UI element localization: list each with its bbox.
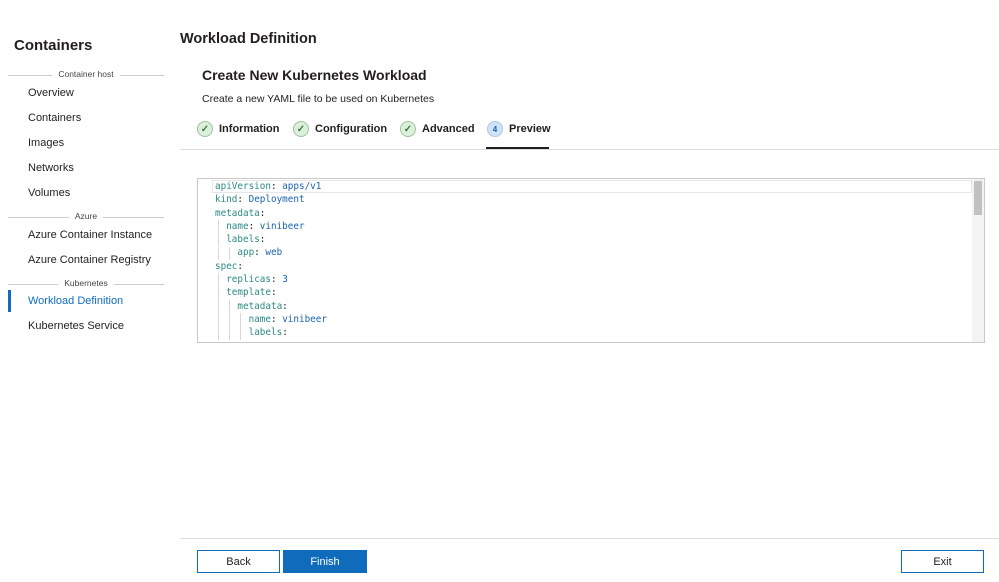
yaml-key: kind (215, 194, 238, 206)
sidebar-item-workload-definition[interactable]: Workload Definition (8, 290, 164, 312)
code-line: labels: (248, 327, 288, 339)
code-line: replicas: 3 (226, 274, 288, 286)
code-line: kind: Deployment (215, 194, 305, 206)
indent-guide (218, 299, 219, 313)
indent-guide (218, 326, 219, 340)
yaml-value: 3 (282, 274, 288, 286)
indent-guide (218, 233, 219, 247)
step-label: Configuration (315, 123, 388, 135)
sidebar-item-volumes[interactable]: Volumes (8, 182, 164, 204)
yaml-key: labels (248, 327, 283, 339)
sidebar-item-images[interactable]: Images (8, 132, 164, 154)
yaml-key: metadata (237, 300, 283, 312)
wizard-subtitle: Create a new YAML file to be used on Kub… (202, 93, 435, 105)
indent-guide (218, 273, 219, 287)
code-line: app: web (237, 247, 283, 259)
yaml-key: metadata (215, 207, 260, 219)
step-label: Advanced (422, 123, 475, 135)
back-button[interactable]: Back (197, 550, 280, 573)
yaml-value: web (265, 247, 283, 259)
section-label: Azure (68, 211, 104, 221)
editor-scrollbar[interactable] (972, 179, 984, 342)
indent-guide (218, 219, 219, 234)
indent-guide (218, 246, 219, 260)
indent-guide (218, 313, 219, 327)
sidebar-title: Containers (14, 37, 93, 54)
sidebar-item-azure-container-registry[interactable]: Azure Container Registry (8, 249, 164, 271)
page-title: Workload Definition (180, 31, 317, 47)
sidebar-item-overview[interactable]: Overview (8, 82, 164, 104)
yaml-key: apiVersion (215, 181, 271, 192)
yaml-code: apiVersion: apps/v1 kind: Deployment metad… (215, 180, 327, 342)
section-label: Container host (52, 69, 120, 79)
section-label: Kubernetes (58, 278, 114, 288)
sidebar-item-containers[interactable]: Containers (8, 107, 164, 129)
step-information[interactable]: ✓ Information (197, 119, 280, 139)
step-label: Preview (509, 123, 551, 135)
section-container-host: Container host (8, 69, 164, 81)
step-preview[interactable]: 4 Preview (487, 119, 551, 139)
indent-guide (229, 299, 231, 313)
code-line: name: vinibeer (248, 313, 327, 325)
yaml-value: apps/v1 (282, 181, 322, 192)
code-line: metadata: (237, 300, 288, 312)
yaml-key: labels (226, 234, 260, 246)
indent-guide (240, 326, 242, 340)
wizard-title: Create New Kubernetes Workload (202, 67, 427, 83)
sidebar-item-kubernetes-service[interactable]: Kubernetes Service (8, 315, 164, 337)
yaml-editor[interactable]: apiVersion: apps/v1 kind: Deployment metad… (197, 178, 985, 343)
yaml-key: template (226, 287, 271, 299)
yaml-value: vinibeer (282, 313, 327, 325)
yaml-key: app (237, 247, 255, 259)
section-azure: Azure (8, 211, 164, 223)
check-icon: ✓ (197, 121, 213, 137)
code-line: name: vinibeer (226, 220, 305, 232)
indent-guide (229, 313, 231, 327)
code-line: apiVersion: apps/v1 (215, 181, 322, 192)
section-kubernetes: Kubernetes (8, 278, 164, 290)
check-icon: ✓ (400, 121, 416, 137)
yaml-key: spec (215, 260, 238, 272)
step-configuration[interactable]: ✓ Configuration (293, 119, 387, 139)
scrollbar-thumb[interactable] (974, 181, 982, 215)
indent-guide (218, 286, 219, 300)
finish-button[interactable]: Finish (283, 550, 367, 573)
yaml-key: name (226, 220, 249, 232)
code-line: template: (226, 287, 277, 299)
indent-guide (229, 246, 231, 260)
exit-button[interactable]: Exit (901, 550, 984, 573)
code-line: spec: (215, 260, 243, 272)
divider (180, 149, 999, 150)
indent-guide (240, 313, 242, 327)
code-line: metadata: (215, 207, 266, 219)
step-label: Information (219, 123, 280, 135)
yaml-value: Deployment (248, 194, 305, 206)
sidebar-item-networks[interactable]: Networks (8, 157, 164, 179)
step-advanced[interactable]: ✓ Advanced (400, 119, 475, 139)
yaml-key: name (248, 313, 271, 325)
sidebar-item-azure-container-instance[interactable]: Azure Container Instance (8, 224, 164, 246)
indent-guide (229, 326, 231, 340)
code-line: labels: (226, 234, 266, 246)
yaml-key: replicas (226, 274, 271, 286)
footer-divider (180, 538, 999, 539)
check-icon: ✓ (293, 121, 309, 137)
yaml-value: vinibeer (259, 220, 305, 232)
step-number-badge: 4 (487, 121, 503, 137)
